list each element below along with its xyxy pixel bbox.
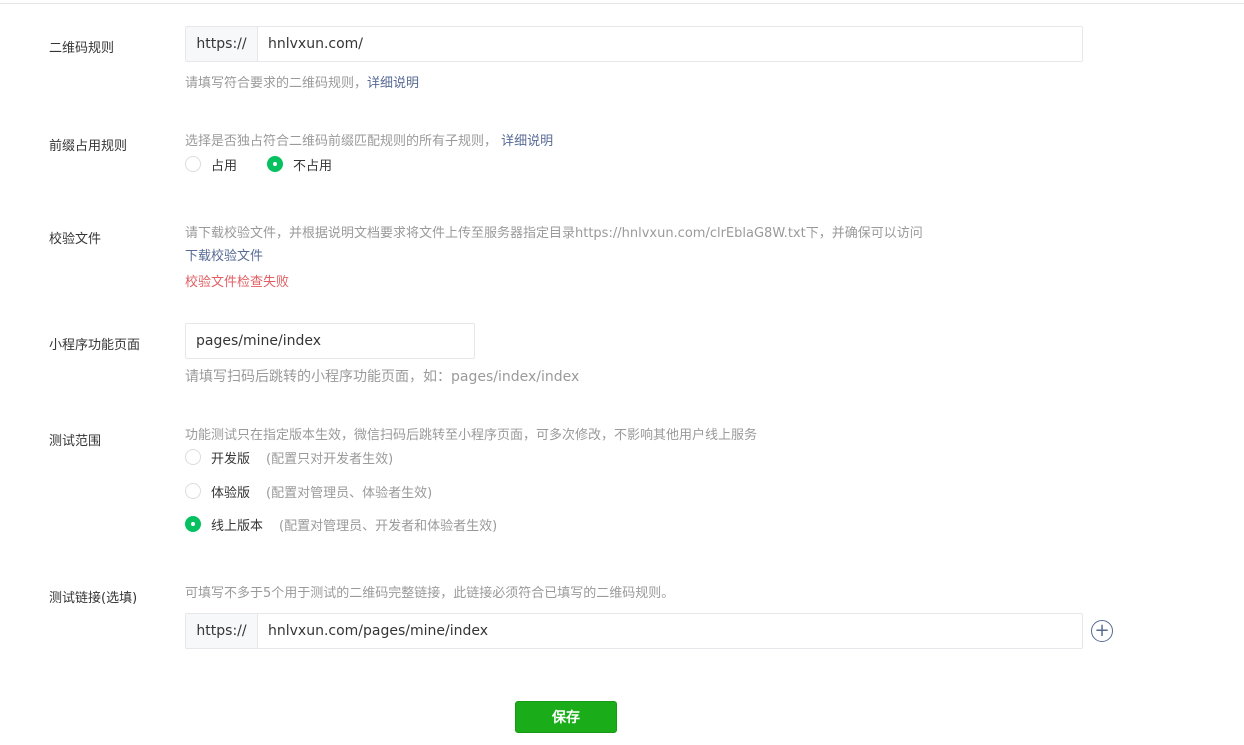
radio-icon[interactable] <box>185 156 201 172</box>
plus-circle-icon[interactable]: + <box>1091 620 1113 642</box>
test-scope-label: 测试范围 <box>49 434 102 449</box>
mini-page-label: 小程序功能页面 <box>49 338 141 353</box>
mini-page-hint: 请填写扫码后跳转的小程序功能页面，如：pages/index/index <box>185 369 580 385</box>
qr-rule-prefix: https:// <box>186 27 258 61</box>
qr-rule-input[interactable]: hnlvxun.com/ <box>258 27 1082 61</box>
verify-file-label: 校验文件 <box>49 232 102 247</box>
test-scope-hint: 功能测试只在指定版本生效，微信扫码后跳转至小程序页面，可多次修改，不影响其他用户… <box>185 428 758 443</box>
scope-option-note: (配置对管理员、开发者和体验者生效) <box>279 518 498 534</box>
test-link-prefix: https:// <box>186 614 258 648</box>
scope-option-trial[interactable]: 体验版 (配置对管理员、体验者生效) <box>185 482 433 501</box>
scope-option-note: (配置只对开发者生效) <box>266 451 394 467</box>
download-verify-file-link[interactable]: 下载校验文件 <box>185 245 263 264</box>
prefix-option-not-occupy[interactable]: 不占用 <box>267 155 333 174</box>
scope-option-dev[interactable]: 开发版 (配置只对开发者生效) <box>185 448 394 467</box>
prefix-option-label: 不占用 <box>293 158 333 174</box>
radio-checked-icon[interactable] <box>267 156 284 172</box>
top-divider <box>0 3 1244 4</box>
prefix-option-occupy[interactable]: 占用 <box>185 155 238 174</box>
scope-option-note: (配置对管理员、体验者生效) <box>266 485 433 501</box>
test-link-hint: 可填写不多于5个用于测试的二维码完整链接，此链接必须符合已填写的二维码规则。 <box>185 586 675 601</box>
qr-rule-label: 二维码规则 <box>49 41 115 56</box>
test-link-input[interactable]: hnlvxun.com/pages/mine/index <box>258 614 1082 648</box>
save-button[interactable]: 保存 <box>515 701 617 733</box>
prefix-rule-hint-text: 选择是否独占符合二维码前缀匹配规则的所有子规则， <box>185 134 498 149</box>
mini-page-input[interactable]: pages/mine/index <box>186 324 474 358</box>
qr-rule-detail-link[interactable]: 详细说明 <box>367 76 419 91</box>
scope-option-label: 线上版本 <box>211 518 264 534</box>
scope-option-label: 体验版 <box>211 485 251 501</box>
verify-file-error: 校验文件检查失败 <box>185 275 290 290</box>
scope-option-label: 开发版 <box>211 451 251 467</box>
scope-option-online[interactable]: 线上版本 (配置对管理员、开发者和体验者生效) <box>185 515 498 534</box>
prefix-rule-hint: 选择是否独占符合二维码前缀匹配规则的所有子规则， 详细说明 <box>185 130 553 149</box>
qr-rule-hint-text: 请填写符合要求的二维码规则， <box>185 76 368 91</box>
radio-icon[interactable] <box>185 483 201 499</box>
qr-rule-input-group: https:// hnlvxun.com/ <box>185 26 1083 62</box>
verify-file-hint: 请下载校验文件，并根据说明文档要求将文件上传至服务器指定目录https://hn… <box>185 226 923 241</box>
mini-page-input-group: pages/mine/index <box>185 323 475 359</box>
prefix-option-label: 占用 <box>211 158 238 174</box>
prefix-rule-label: 前缀占用规则 <box>49 139 128 154</box>
qr-rule-hint: 请填写符合要求的二维码规则，详细说明 <box>185 72 419 91</box>
test-link-input-group: https:// hnlvxun.com/pages/mine/index <box>185 613 1083 649</box>
radio-icon[interactable] <box>185 449 201 465</box>
prefix-rule-detail-link[interactable]: 详细说明 <box>501 134 553 149</box>
test-link-label: 测试链接(选填) <box>49 591 138 606</box>
radio-checked-icon[interactable] <box>185 516 201 532</box>
